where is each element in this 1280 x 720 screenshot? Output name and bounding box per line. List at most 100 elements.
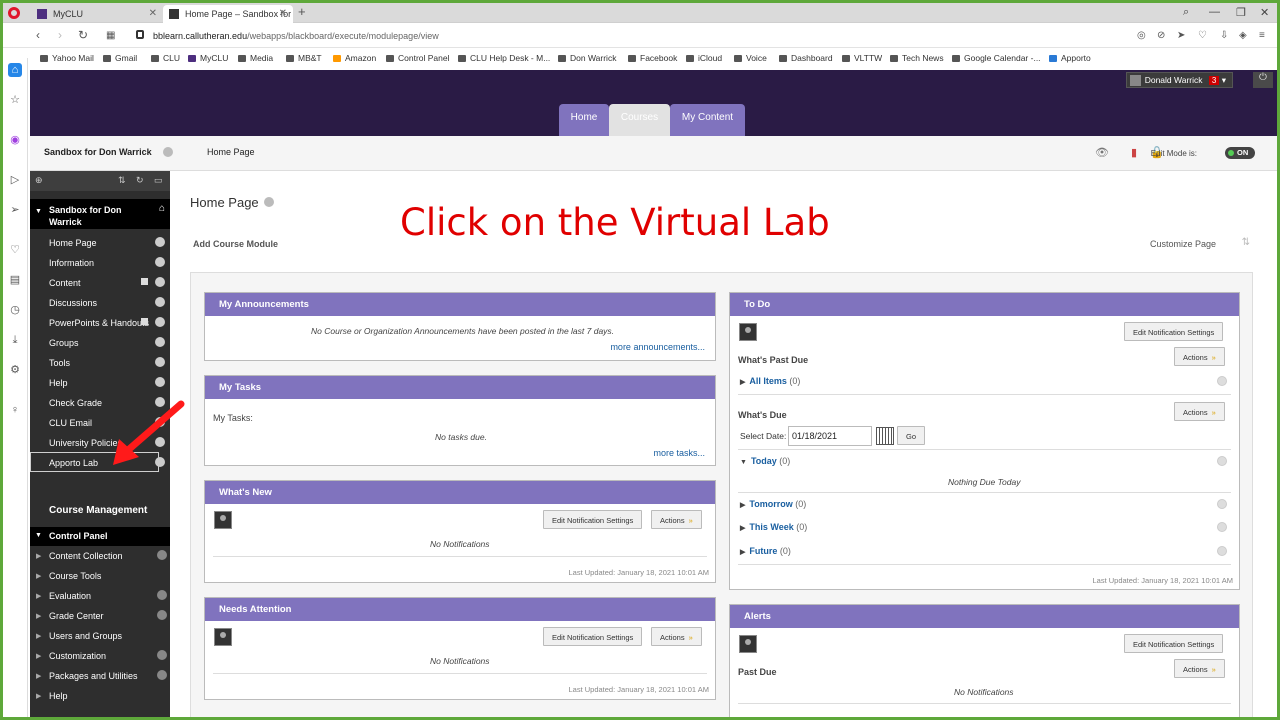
window-close-icon[interactable]: ✕ (1260, 6, 1269, 19)
more-tasks-link[interactable]: more tasks... (653, 448, 705, 458)
send-icon[interactable]: ➢ (8, 203, 22, 217)
player-icon[interactable]: ▷ (8, 173, 22, 187)
tab-home[interactable]: Home (559, 104, 609, 136)
refresh-icon[interactable]: ↻ (136, 175, 144, 186)
item-menu-icon[interactable] (1217, 499, 1227, 509)
item-menu-icon[interactable] (155, 257, 165, 267)
go-button[interactable]: Go (897, 426, 926, 445)
sidebar-item-information[interactable]: Information (30, 252, 170, 272)
bookmark-voice[interactable]: Voice (734, 53, 767, 63)
item-menu-icon[interactable] (155, 357, 165, 367)
module-title[interactable]: My Tasks (205, 376, 715, 399)
actions-button[interactable]: Actions» (651, 510, 702, 529)
bookmark-facebook[interactable]: Facebook (628, 53, 677, 63)
item-menu-icon[interactable] (1217, 522, 1227, 532)
cp-item-content-collection[interactable]: ▶ Content Collection (30, 546, 170, 566)
module-title[interactable]: My Announcements (205, 293, 715, 316)
bookmark-myclu[interactable]: MyCLU (188, 53, 228, 63)
actions-button[interactable]: Actions» (1174, 659, 1225, 678)
bookmark-google-calendar[interactable]: Google Calendar -... (952, 53, 1041, 63)
bookmark-don-warrick[interactable]: Don Warrick (558, 53, 616, 63)
heart-icon[interactable]: ♡ (8, 243, 22, 257)
close-tab-icon[interactable]: ✕ (279, 8, 287, 19)
module-title[interactable]: Needs Attention (205, 598, 715, 621)
bookmark-apporto[interactable]: Apporto (1049, 53, 1091, 63)
date-input[interactable]: 01/18/2021 (788, 426, 872, 446)
edit-mode-toggle[interactable]: ON (1225, 147, 1255, 159)
extension-icon[interactable]: ◈ (1239, 30, 1247, 41)
bookmark-amazon[interactable]: Amazon (333, 53, 376, 63)
cp-item-users-and-groups[interactable]: ▶ Users and Groups (30, 626, 170, 646)
cp-item-course-tools[interactable]: ▶ Course Tools (30, 566, 170, 586)
browser-tab-home-page[interactable]: Home Page – Sandbox for ✕ (163, 5, 293, 23)
bookmark-icloud[interactable]: iCloud (686, 53, 722, 63)
send-icon[interactable]: ➤ (1177, 30, 1185, 41)
customize-page-button[interactable]: Customize Page (1150, 239, 1216, 249)
folder-view-icon[interactable]: ▭ (154, 175, 163, 186)
browser-tab-myclu[interactable]: MyCLU ✕ (31, 5, 163, 23)
item-menu-icon[interactable] (1217, 546, 1227, 556)
cp-item-help[interactable]: ▶ Help (30, 686, 170, 706)
cp-item-customization[interactable]: ▶ Customization (30, 646, 170, 666)
bookmark-vlttw[interactable]: VLTTW (842, 53, 882, 63)
reload-icon[interactable]: ↻ (78, 28, 88, 42)
settings-icon[interactable]: ⚙ (8, 363, 22, 377)
history-icon[interactable]: ◷ (8, 303, 22, 317)
sidebar-item-content[interactable]: Content (30, 272, 170, 292)
messenger-icon[interactable]: ◉ (8, 133, 22, 147)
sidebar-item-groups[interactable]: Groups (30, 332, 170, 352)
all-items-toggle[interactable]: ▶ All Items (0) (740, 376, 800, 386)
snapshot-icon[interactable]: ◎ (1137, 30, 1146, 41)
bookmark-control-panel[interactable]: Control Panel (386, 53, 450, 63)
close-tab-icon[interactable]: ✕ (149, 8, 157, 19)
edit-notification-settings-button[interactable]: Edit Notification Settings (543, 627, 643, 646)
more-announcements-link[interactable]: more announcements... (610, 342, 705, 352)
module-title[interactable]: Alerts (730, 605, 1239, 628)
tab-my-content[interactable]: My Content (670, 104, 745, 136)
chevron-down-icon[interactable] (263, 197, 274, 207)
sidebar-item-discussions[interactable]: Discussions (30, 292, 170, 312)
sidebar-item-home-page[interactable]: Home Page (30, 232, 170, 252)
bookmark-clu[interactable]: CLU (151, 53, 180, 63)
actions-button[interactable]: Actions» (1174, 402, 1225, 421)
student-preview-icon[interactable]: 👁 (1095, 146, 1109, 159)
calendar-icon[interactable] (876, 427, 894, 445)
bookmark-clu-help-desk[interactable]: CLU Help Desk - M... (458, 53, 550, 63)
sidebar-item-powerpoints[interactable]: PowerPoints & Handouts (30, 312, 170, 332)
tips-icon[interactable]: ♀ (8, 403, 22, 417)
home-icon[interactable]: ⌂ (8, 63, 22, 77)
sidebar-item-tools[interactable]: Tools (30, 352, 170, 372)
today-toggle[interactable]: ▼ Today (0) (740, 456, 790, 466)
minimize-icon[interactable]: — (1209, 6, 1220, 18)
breadcrumb-course[interactable]: Sandbox for Don Warrick (44, 147, 152, 157)
actions-button[interactable]: Actions» (1174, 347, 1225, 366)
add-course-module-button[interactable]: Add Course Module (193, 239, 278, 249)
restore-icon[interactable]: ❐ (1236, 6, 1246, 19)
sort-icon[interactable]: ⇅ (1242, 237, 1250, 248)
cp-item-evaluation[interactable]: ▶ Evaluation (30, 586, 170, 606)
bookmarks-icon[interactable]: ☆ (8, 93, 22, 107)
item-menu-icon[interactable] (155, 277, 165, 287)
module-title[interactable]: To Do (730, 293, 1239, 316)
course-title[interactable]: ▼ Sandbox for Don Warrick ⌂ (30, 199, 170, 229)
cp-item-grade-center[interactable]: ▶ Grade Center (30, 606, 170, 626)
item-menu-icon[interactable] (155, 377, 165, 387)
reorder-icon[interactable]: ⇅ (118, 175, 126, 186)
adblock-icon[interactable]: ⊘ (1157, 30, 1165, 41)
item-menu-icon[interactable] (155, 237, 165, 247)
bookmark-gmail[interactable]: Gmail (103, 53, 137, 63)
url-field[interactable]: bblearn.callutheran.edu/webapps/blackboa… (153, 31, 439, 41)
edit-notification-settings-button[interactable]: Edit Notification Settings (543, 510, 643, 529)
logout-power-icon[interactable]: ⏻ (1253, 72, 1273, 88)
menu-icon[interactable]: ≡ (1259, 30, 1265, 41)
forward-icon[interactable]: › (58, 28, 62, 42)
search-tabs-icon[interactable]: ⌕ (1183, 6, 1189, 19)
future-toggle[interactable]: ▶ Future (0) (740, 546, 791, 556)
bookmark-tech-news[interactable]: Tech News (890, 53, 944, 63)
download-icon[interactable]: ⇩ (1220, 30, 1228, 41)
this-week-toggle[interactable]: ▶ This Week (0) (740, 522, 807, 532)
chevron-down-icon[interactable] (163, 147, 173, 157)
news-icon[interactable]: ▤ (8, 273, 22, 287)
sidebar-item-help[interactable]: Help (30, 372, 170, 392)
item-menu-icon[interactable] (155, 297, 165, 307)
